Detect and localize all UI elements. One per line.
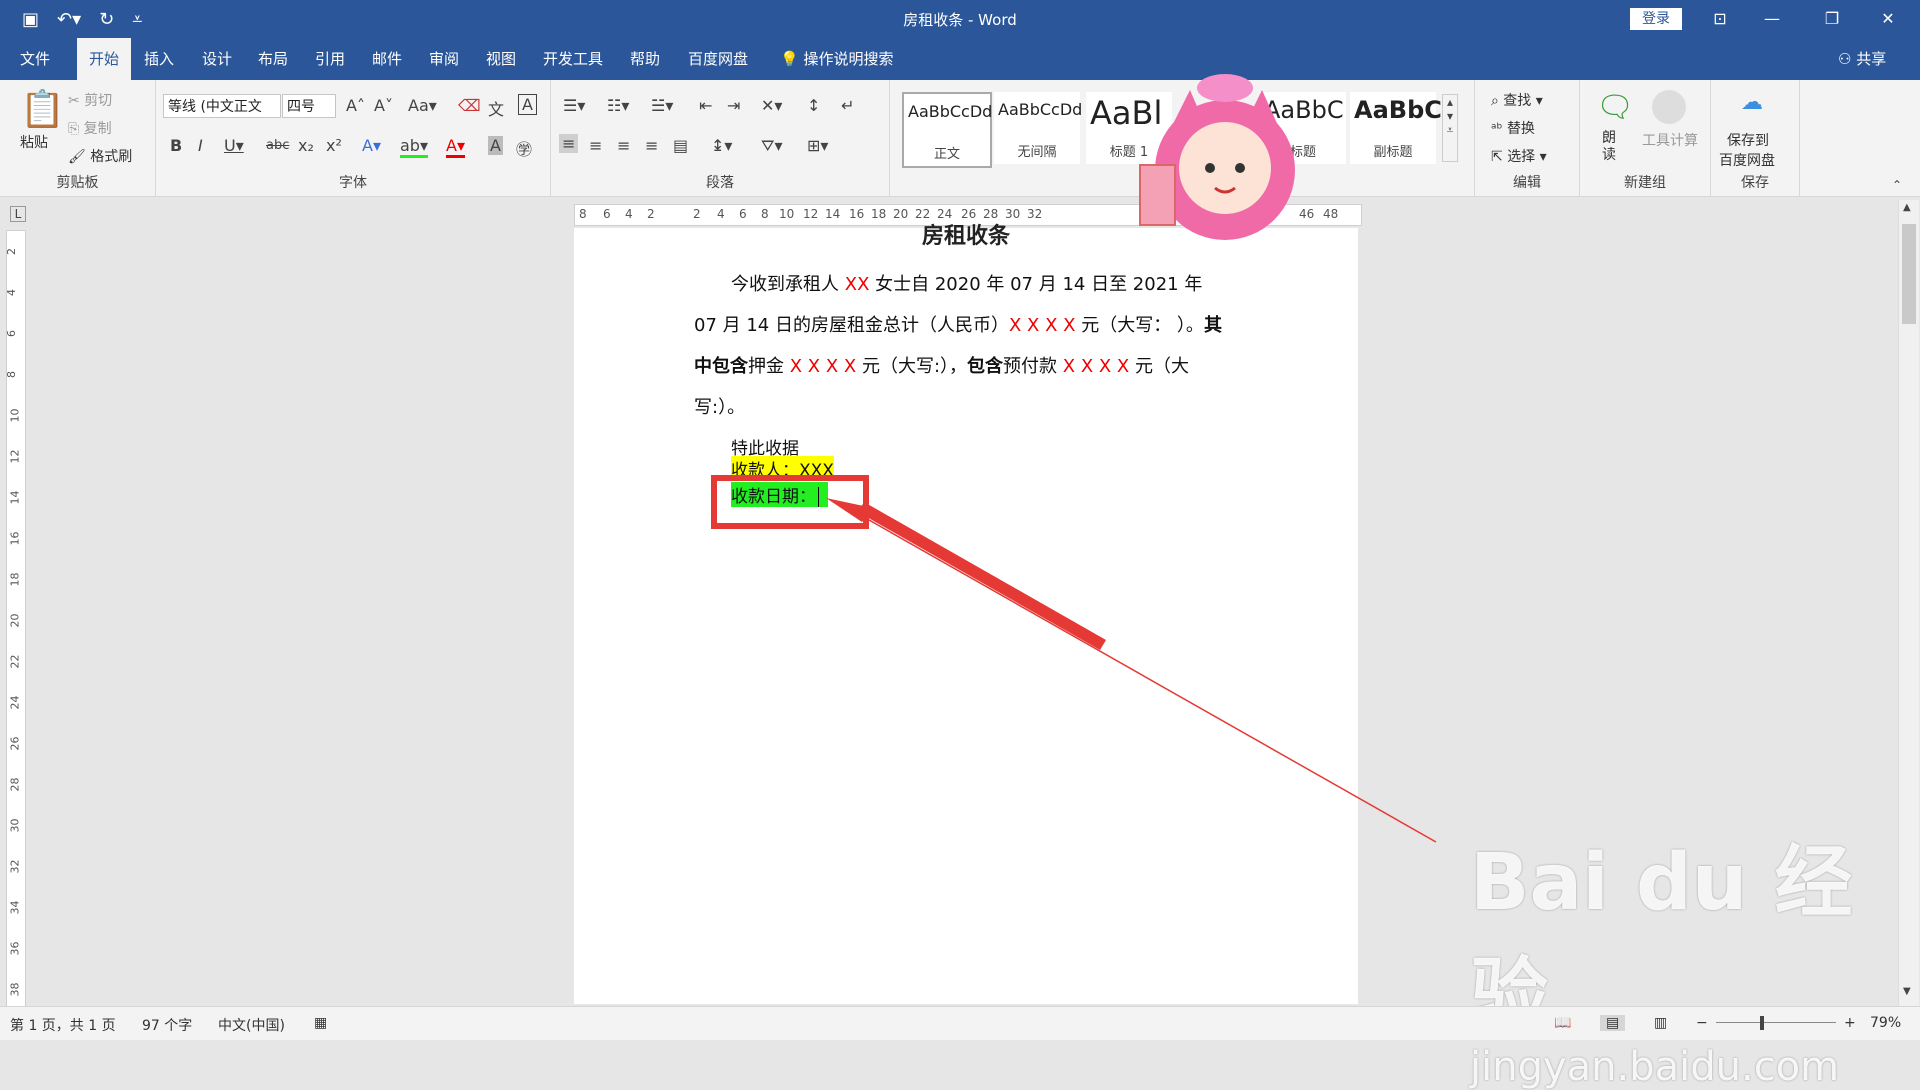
print-layout-icon[interactable]: ▤ [1600,1015,1626,1031]
macro-record-icon[interactable]: ▦ [314,1015,327,1031]
zoom-slider[interactable] [1716,1022,1836,1023]
vertical-scrollbar[interactable]: ▲ ▼ [1898,200,1919,1006]
mascot-sticker-icon [1139,74,1295,240]
read-mode-icon[interactable]: 📖 [1554,1015,1571,1031]
status-bar: 第 1 页，共 1 页 97 个字 中文(中国) ▦ 📖 ▤ ▥ − + 79% [0,1006,1920,1040]
page-count[interactable]: 第 1 页，共 1 页 [10,1015,116,1035]
language-indicator[interactable]: 中文(中国) [218,1015,285,1035]
arrow-thin-line [861,515,1437,843]
zoom-in-icon[interactable]: + [1844,1015,1856,1031]
watermark-url: jingyan.baidu.com [1470,1044,1840,1090]
arrow-shaft [858,502,1106,650]
web-layout-icon[interactable]: ▥ [1654,1015,1667,1031]
word-count[interactable]: 97 个字 [142,1015,192,1035]
scroll-down-icon[interactable]: ▼ [1903,986,1911,997]
zoom-out-icon[interactable]: − [1696,1015,1708,1031]
baidu-watermark: Bai du 经验 jingyan.baidu.com [1470,820,1920,1090]
scroll-up-icon[interactable]: ▲ [1903,202,1911,213]
scroll-thumb[interactable] [1902,224,1916,324]
zoom-slider-thumb[interactable] [1760,1016,1764,1030]
zoom-level[interactable]: 79% [1870,1015,1901,1031]
